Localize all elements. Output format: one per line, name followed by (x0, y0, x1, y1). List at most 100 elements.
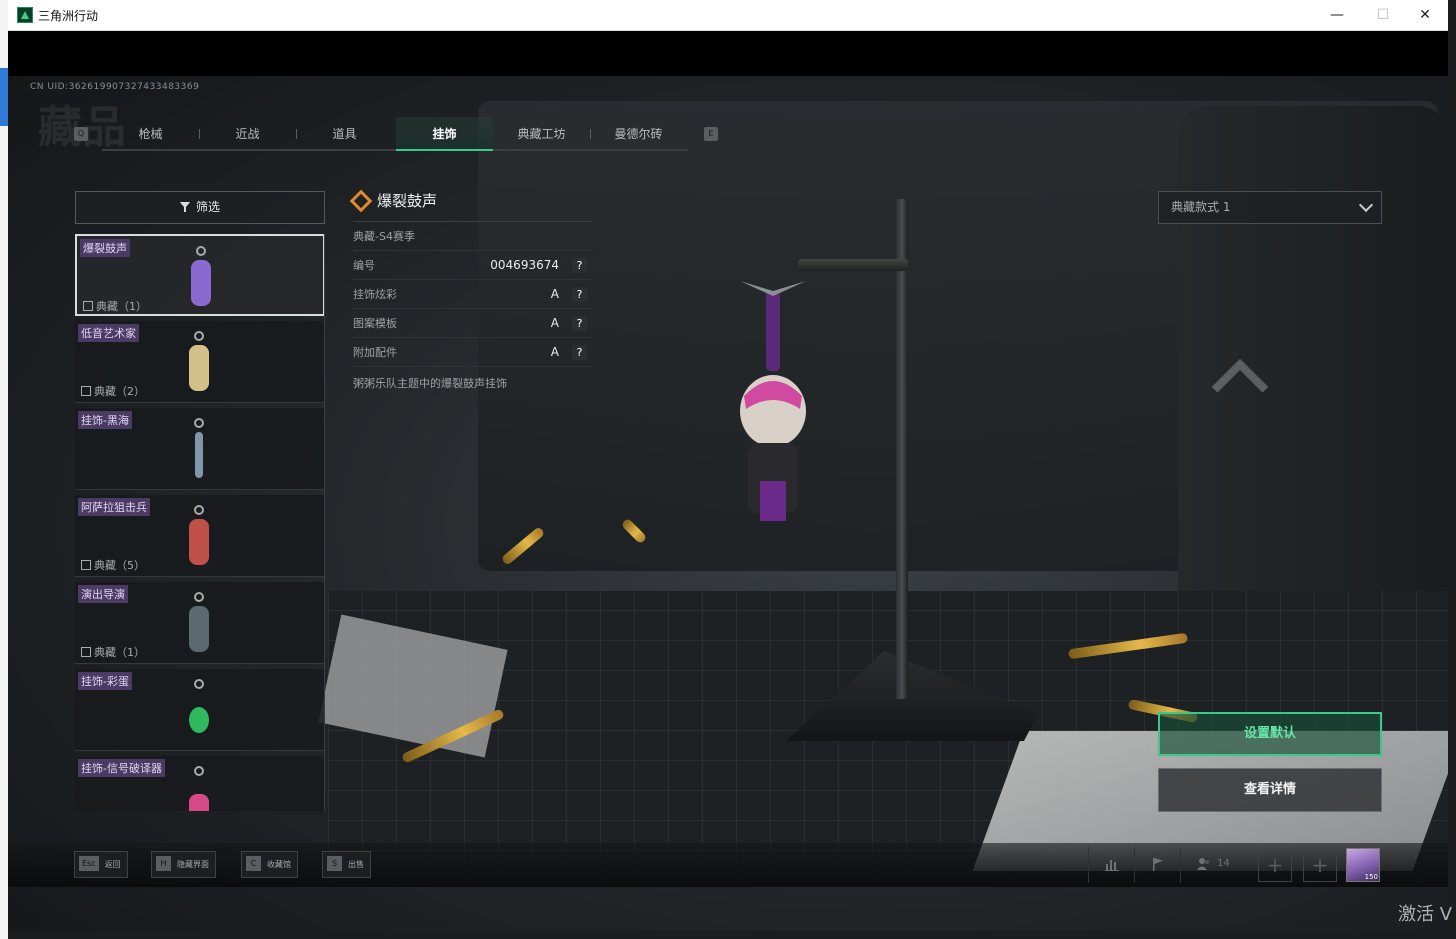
detail-panel: 爆裂鼓声 典藏-S4赛季 编号 004693674? 挂饰炫彩 A? 图案模板 A? … (349, 186, 593, 391)
collection-icon (81, 386, 91, 396)
chevron-down-icon (1358, 197, 1374, 213)
flag-icon (1153, 858, 1163, 871)
charm-thumbnail (185, 766, 213, 811)
stats-button[interactable] (1088, 847, 1134, 883)
style-dropdown-value: 典藏款式 1 (1171, 200, 1231, 214)
hint-hide-ui[interactable]: H 隐藏界面 (151, 851, 216, 878)
detail-description: 粥粥乐队主题中的爆裂鼓声挂饰 (353, 377, 507, 390)
help-button[interactable]: ? (572, 316, 587, 331)
desktop-edge (0, 0, 8, 939)
hint-gallery[interactable]: C 收藏馆 (241, 851, 298, 878)
charm-ring (196, 246, 206, 256)
desktop-accent (0, 68, 8, 126)
item-count: 典藏（1） (81, 644, 145, 660)
item-name: 挂饰-彩蛋 (78, 672, 132, 690)
tab-guns[interactable]: 枪械 (102, 117, 199, 151)
anchor-icon (195, 432, 203, 478)
item-count-text: 典藏（5） (94, 559, 145, 572)
rarity-diamond-icon (349, 189, 373, 213)
bottom-bar: Esc 返回 H 隐藏界面 C 收藏馆 S 出售 14 + + 150 (8, 843, 1448, 887)
season-label: 典藏-S4赛季 (353, 230, 415, 243)
maximize-button[interactable]: ☐ (1360, 0, 1406, 31)
add-slot-button[interactable]: + (1258, 848, 1292, 882)
close-button[interactable]: ✕ (1402, 0, 1448, 31)
charm-ring (194, 766, 204, 776)
set-default-button[interactable]: 设置默认 (1158, 712, 1382, 756)
tab-mandel-brick[interactable]: 曼德尔砖 (590, 117, 687, 151)
item-name: 演出导演 (78, 585, 128, 603)
tab-melee[interactable]: 近战 (199, 117, 296, 151)
charm-ring (194, 418, 204, 428)
tab-right-key[interactable]: E (704, 127, 718, 141)
list-item[interactable]: 挂饰-信号破译器 (75, 756, 324, 811)
view-details-button[interactable]: 查看详情 (1158, 768, 1382, 812)
row-value: A (550, 287, 559, 301)
item-name: 阿萨拉狙击兵 (78, 498, 150, 516)
list-item[interactable]: 阿萨拉狙击兵 典藏（5） (75, 495, 324, 577)
avatar[interactable]: 150 (1346, 848, 1380, 882)
hint-label: 收藏馆 (267, 860, 291, 869)
friends-button[interactable]: 14 (1180, 847, 1250, 883)
charm-body (189, 345, 209, 391)
list-item[interactable]: 演出导演 典藏（1） (75, 582, 324, 664)
window-title: 三角洲行动 (38, 9, 99, 23)
detail-season: 典藏-S4赛季 (353, 222, 593, 251)
friends-icon (1197, 858, 1209, 870)
minimize-button[interactable]: — (1314, 0, 1360, 31)
hint-label: 出售 (348, 860, 364, 869)
app-icon (17, 7, 33, 23)
hint-label: 返回 (104, 860, 121, 869)
item-count-text: 典藏（1） (94, 646, 145, 659)
game-viewport: CN UID:362619907327433483369 藏品 Q E 枪械 近… (8, 31, 1448, 931)
tab-items[interactable]: 道具 (296, 117, 393, 151)
tab-left-key[interactable]: Q (74, 127, 88, 141)
charm-body (189, 606, 209, 652)
help-button[interactable]: ? (572, 258, 587, 273)
help-button[interactable]: ? (572, 287, 587, 302)
charm-ring (194, 505, 204, 515)
style-dropdown[interactable]: 典藏款式 1 (1158, 191, 1382, 224)
charm-list: 爆裂鼓声 典藏（1） 低音艺术家 典藏（2） 挂饰-黑海 阿萨拉狙击兵 典藏（5… (75, 234, 325, 811)
item-count: 典藏（1） (83, 298, 147, 314)
charm-ring (194, 679, 204, 689)
row-value: A (550, 316, 559, 330)
charm-thumbnail (185, 505, 213, 569)
bar-chart-icon (1105, 860, 1119, 871)
collection-icon (81, 560, 91, 570)
collection-icon (83, 301, 93, 311)
friends-count: 14 (1217, 858, 1230, 869)
hint-label: 隐藏界面 (177, 860, 209, 869)
hint-back[interactable]: Esc 返回 (74, 851, 128, 878)
item-name: 低音艺术家 (78, 324, 139, 342)
detail-row: 挂饰炫彩 A? (353, 280, 593, 309)
charm-thumbnail (185, 331, 213, 395)
key-esc: Esc (79, 856, 99, 871)
charm-body (189, 794, 209, 811)
category-tabs: 枪械 近战 道具 挂饰 典藏工坊 曼德尔砖 (102, 117, 688, 151)
charm-legs (760, 481, 786, 521)
charm-body (191, 260, 211, 306)
key-c: C (246, 856, 261, 871)
filter-button[interactable]: 筛选 (75, 191, 325, 224)
charm-preview (740, 281, 806, 521)
tab-workshop[interactable]: 典藏工坊 (493, 117, 590, 151)
flag-button[interactable] (1134, 847, 1180, 883)
egg-icon (189, 707, 209, 733)
item-count: 典藏（2） (81, 383, 145, 399)
key-h: H (156, 856, 171, 871)
list-item[interactable]: 挂饰-黑海 (75, 408, 324, 490)
avatar-level: 150 (1364, 873, 1378, 881)
item-name: 挂饰-黑海 (78, 411, 132, 429)
list-item[interactable]: 爆裂鼓声 典藏（1） (75, 234, 324, 316)
hint-sell[interactable]: S 出售 (322, 851, 371, 878)
item-count-text: 典藏（1） (96, 300, 147, 313)
tab-charms[interactable]: 挂饰 (396, 117, 493, 151)
row-label: 图案模板 (353, 317, 397, 330)
help-button[interactable]: ? (572, 345, 587, 360)
add-slot-button[interactable]: + (1303, 848, 1337, 882)
list-item[interactable]: 挂饰-彩蛋 (75, 669, 324, 751)
detail-row: 附加配件 A? (353, 338, 593, 367)
filter-icon (179, 202, 190, 212)
detail-row: 图案模板 A? (353, 309, 593, 338)
list-item[interactable]: 低音艺术家 典藏（2） (75, 321, 324, 403)
